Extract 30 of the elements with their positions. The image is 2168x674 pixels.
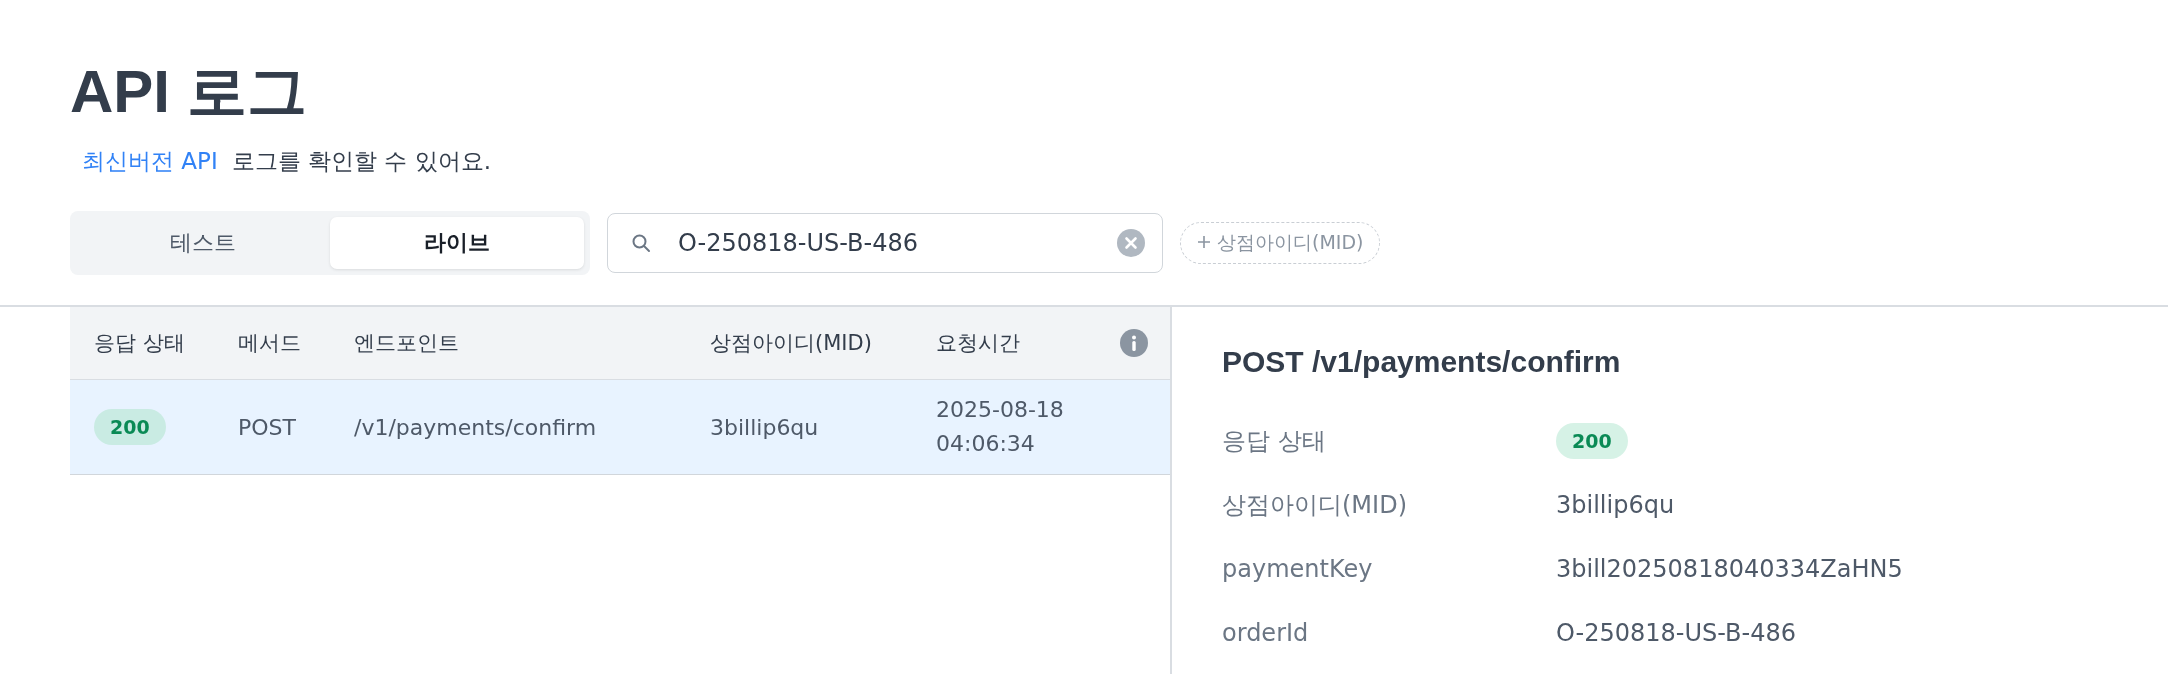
status-badge: 200 xyxy=(94,409,166,445)
field-label: orderId xyxy=(1222,619,1310,647)
column-header: 엔드포인트 xyxy=(354,330,460,357)
table-cell-text: /v1/payments/confirm xyxy=(354,414,598,440)
plus-icon xyxy=(1197,235,1211,249)
column-header: 요청시간 xyxy=(936,330,1021,357)
info-icon[interactable] xyxy=(1120,329,1148,357)
search-icon xyxy=(631,233,651,253)
search-field[interactable]: O-250818-US-B-486 xyxy=(607,213,1163,273)
status-badge: 200 xyxy=(1556,423,1628,459)
column-header: 메서드 xyxy=(238,330,302,357)
table-cell-text: POST xyxy=(238,414,297,440)
version-link[interactable]: 최신버전 API xyxy=(82,146,218,177)
subtitle-text: 로그를 확인할 수 있어요. xyxy=(231,147,491,176)
clear-icon[interactable] xyxy=(1117,229,1145,257)
table-cell-text: 3billip6qu xyxy=(710,414,820,440)
field-value: 3bill20250818040334ZaHN5 xyxy=(1556,555,1903,583)
page-title: API 로그 xyxy=(70,57,308,127)
log-row[interactable]: 200 POST /v1/payments/confirm 3billip6qu 2025-08-18 04:06:34 xyxy=(70,380,1170,475)
field-label: 응답 상태 xyxy=(1222,426,1327,457)
field-label: paymentKey xyxy=(1222,555,1374,583)
column-header: 응답 상태 xyxy=(94,330,186,357)
column-header: 상점아이디(MID) xyxy=(710,330,873,357)
table-cell-text: 2025-08-18 04:06:34 xyxy=(936,396,1065,458)
field-value: 3billip6qu xyxy=(1556,491,1675,519)
field-label: 상점아이디(MID) xyxy=(1222,490,1408,521)
field-value: O-250818-US-B-486 xyxy=(1556,619,1797,647)
environment-tab[interactable]: 테스트 xyxy=(76,217,330,269)
detail-title: POST /v1/payments/confirm xyxy=(1222,345,1622,379)
environment-tab[interactable]: 라이브 xyxy=(330,217,584,269)
